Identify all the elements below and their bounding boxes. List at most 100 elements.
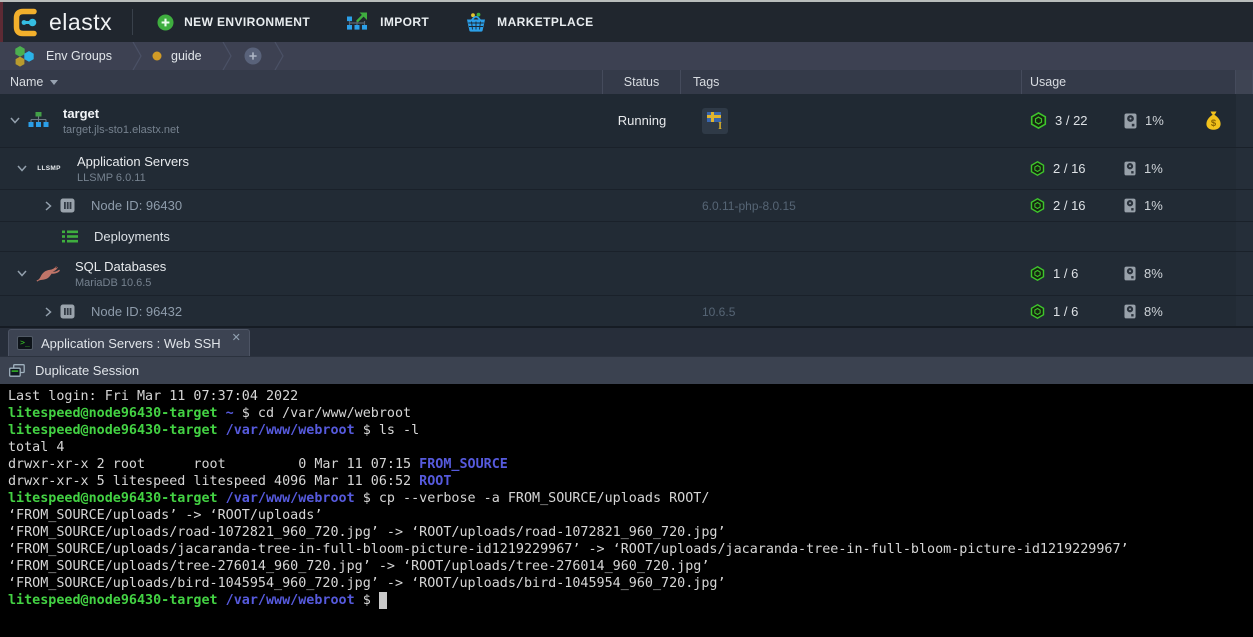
llsmp-stack-icon: LLSMP bbox=[35, 165, 63, 172]
chevron-down-icon[interactable] bbox=[10, 117, 20, 124]
chevron-down-icon[interactable] bbox=[17, 270, 27, 277]
column-header-status: Status bbox=[603, 70, 681, 94]
disk-icon bbox=[1124, 266, 1136, 281]
node-tag: 6.0.11-php-8.0.15 bbox=[702, 199, 796, 213]
environment-list: target target.jls-sto1.elastx.net Runnin… bbox=[0, 94, 1253, 326]
breadcrumb-guide[interactable]: guide bbox=[148, 49, 216, 63]
breadcrumb-separator bbox=[274, 42, 284, 70]
terminal-line: Last login: Fri Mar 11 07:37:04 2022 bbox=[8, 388, 1253, 405]
terminal-line: litespeed@node96430-target /var/www/webr… bbox=[8, 422, 1253, 439]
chevron-down-icon[interactable] bbox=[17, 165, 27, 172]
disk-icon bbox=[1124, 113, 1137, 129]
chevron-right-icon[interactable] bbox=[45, 201, 52, 211]
layer-row-sql-databases[interactable]: SQL Databases MariaDB 10.6.5 1 / 6 bbox=[0, 252, 1253, 296]
column-header-usage: Usage bbox=[1022, 70, 1236, 94]
terminal-line: total 4 bbox=[8, 439, 1253, 456]
terminal-line: ‘FROM_SOURCE/uploads’ -> ‘ROOT/uploads’ bbox=[8, 507, 1253, 524]
panel-tab-bar: Application Servers : Web SSH ✕ bbox=[0, 326, 1253, 356]
elastx-logo-icon bbox=[13, 8, 40, 37]
new-environment-button[interactable]: NEW ENVIRONMENT bbox=[157, 14, 310, 31]
environment-name: target bbox=[63, 106, 179, 121]
new-environment-label: NEW ENVIRONMENT bbox=[184, 15, 310, 29]
svg-text:$: $ bbox=[1211, 118, 1217, 129]
terminal-line: drwxr-xr-x 5 litespeed litespeed 4096 Ma… bbox=[8, 473, 1253, 490]
terminal-icon bbox=[17, 336, 33, 350]
cloudlets-count: 2 / 16 bbox=[1053, 198, 1086, 213]
cloudlets-count: 1 / 6 bbox=[1053, 304, 1078, 319]
disk-icon bbox=[1124, 304, 1136, 319]
disk-usage: 8% bbox=[1144, 304, 1163, 319]
node-id-label: Node ID: 96430 bbox=[91, 198, 182, 213]
layer-name: Application Servers bbox=[77, 154, 189, 169]
node-icon bbox=[60, 198, 75, 213]
terminal-line: drwxr-xr-x 2 root root 0 Mar 11 07:15 FR… bbox=[8, 456, 1253, 473]
cloudlets-hexagon-icon bbox=[1030, 266, 1045, 281]
mariadb-seal-icon bbox=[35, 265, 61, 283]
region-flag-icon: I bbox=[702, 108, 728, 134]
disk-icon bbox=[1124, 198, 1136, 213]
node-id-label: Node ID: 96432 bbox=[91, 304, 182, 319]
topology-icon bbox=[28, 112, 49, 129]
money-bag-icon[interactable]: $ bbox=[1205, 111, 1222, 130]
marketplace-button[interactable]: MARKETPLACE bbox=[465, 12, 593, 32]
node-icon bbox=[60, 304, 75, 319]
breadcrumb: Env Groups guide bbox=[0, 42, 1253, 70]
disk-usage: 1% bbox=[1145, 113, 1164, 128]
session-toolbar: Duplicate Session bbox=[0, 356, 1253, 384]
terminal-line: litespeed@node96430-target ~ $ cd /var/w… bbox=[8, 405, 1253, 422]
node-row-96430[interactable]: Node ID: 96430 6.0.11-php-8.0.15 2 / 16 bbox=[0, 190, 1253, 222]
topbar: elastx NEW ENVIRONMENT IMPORT MARKET bbox=[0, 0, 1253, 42]
add-group-button[interactable] bbox=[238, 47, 268, 65]
cloudlets-count: 3 / 22 bbox=[1055, 113, 1088, 128]
breadcrumb-separator bbox=[222, 42, 232, 70]
group-dot-icon bbox=[152, 51, 162, 61]
brand-logo[interactable]: elastx bbox=[13, 8, 112, 37]
import-button[interactable]: IMPORT bbox=[346, 12, 429, 32]
deployments-row[interactable]: Deployments bbox=[0, 222, 1253, 252]
cloudlets-count: 2 / 16 bbox=[1053, 161, 1086, 176]
terminal-line: ‘FROM_SOURCE/uploads/bird-1045954_960_72… bbox=[8, 575, 1253, 592]
duplicate-session-button[interactable]: Duplicate Session bbox=[35, 363, 139, 378]
plus-circle-icon bbox=[244, 47, 262, 65]
node-row-96432[interactable]: Node ID: 96432 10.6.5 1 / 6 8% bbox=[0, 296, 1253, 326]
deployments-label: Deployments bbox=[94, 229, 170, 244]
brand-name: elastx bbox=[49, 9, 112, 36]
cloudlets-count: 1 / 6 bbox=[1053, 266, 1078, 281]
disk-usage: 8% bbox=[1144, 266, 1163, 281]
column-header-tags: Tags bbox=[681, 70, 1022, 94]
duplicate-session-icon bbox=[9, 364, 25, 377]
layer-stack-version: LLSMP 6.0.11 bbox=[77, 172, 189, 184]
marketplace-label: MARKETPLACE bbox=[497, 15, 593, 29]
close-icon[interactable]: ✕ bbox=[232, 331, 241, 344]
terminal-line: ‘FROM_SOURCE/uploads/jacaranda-tree-in-f… bbox=[8, 541, 1253, 558]
sort-desc-icon bbox=[50, 80, 58, 85]
environment-domain: target.jls-sto1.elastx.net bbox=[63, 124, 179, 136]
env-row-target[interactable]: target target.jls-sto1.elastx.net Runnin… bbox=[0, 94, 1253, 148]
terminal-line: ‘FROM_SOURCE/uploads/road-1072821_960_72… bbox=[8, 524, 1253, 541]
terminal-line: litespeed@node96430-target /var/www/webr… bbox=[8, 592, 1253, 609]
chevron-right-icon[interactable] bbox=[45, 307, 52, 317]
deployments-icon bbox=[62, 230, 78, 243]
cloudlets-hexagon-icon bbox=[1030, 112, 1047, 129]
disk-usage: 1% bbox=[1144, 161, 1163, 176]
column-header-gutter bbox=[1236, 70, 1253, 94]
import-icon bbox=[346, 12, 370, 32]
breadcrumb-env-groups[interactable]: Env Groups bbox=[8, 44, 126, 68]
terminal-line: ‘FROM_SOURCE/uploads/tree-276014_960_720… bbox=[8, 558, 1253, 575]
breadcrumb-env-groups-label: Env Groups bbox=[46, 49, 112, 63]
column-header-name[interactable]: Name bbox=[0, 70, 603, 94]
cloudlets-hexagon-icon bbox=[1030, 198, 1045, 213]
terminal[interactable]: Last login: Fri Mar 11 07:37:04 2022lite… bbox=[0, 384, 1253, 637]
disk-usage: 1% bbox=[1144, 198, 1163, 213]
terminal-line: litespeed@node96430-target /var/www/webr… bbox=[8, 490, 1253, 507]
hexagon-group-icon bbox=[12, 44, 37, 68]
topbar-divider bbox=[132, 9, 133, 35]
breadcrumb-guide-label: guide bbox=[171, 49, 202, 63]
plus-circle-icon bbox=[157, 14, 174, 31]
layer-row-application-servers[interactable]: LLSMP Application Servers LLSMP 6.0.11 2… bbox=[0, 148, 1253, 190]
cloudlets-hexagon-icon bbox=[1030, 161, 1045, 176]
basket-icon bbox=[465, 12, 487, 32]
layer-stack-version: MariaDB 10.6.5 bbox=[75, 277, 166, 289]
tab-web-ssh[interactable]: Application Servers : Web SSH ✕ bbox=[8, 329, 250, 356]
status-badge: Running bbox=[603, 94, 681, 147]
